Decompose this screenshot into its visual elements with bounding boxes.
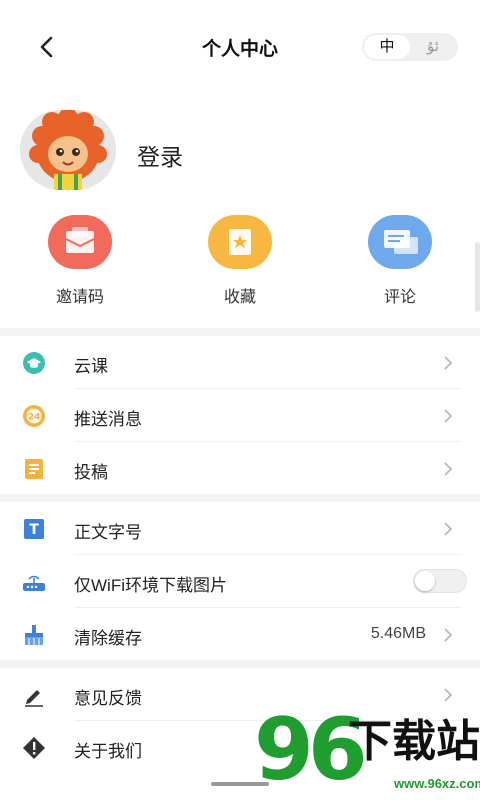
graduation-cap-icon bbox=[23, 352, 45, 374]
comments-bubble-icon bbox=[368, 215, 432, 269]
site-watermark-logo: 96 下载站 www.96xz.com bbox=[248, 702, 480, 800]
menu-item-label: 意见反馈 bbox=[74, 689, 142, 708]
text-size-icon: T bbox=[24, 519, 44, 539]
language-switch[interactable]: 中 ئۇ bbox=[362, 33, 458, 61]
scroll-indicator bbox=[475, 242, 480, 312]
watermark-url: www.96xz.com bbox=[394, 776, 480, 791]
watermark-number: 96 bbox=[254, 700, 368, 800]
chevron-right-icon bbox=[444, 688, 453, 702]
invite-code-label: 邀请码 bbox=[55, 289, 104, 306]
personal-center-screen: 个人中心 中 ئۇ 登录 邀请码 收藏 评论 云课 24 推送消息 投稿 T 正… bbox=[0, 0, 480, 800]
section-divider bbox=[0, 328, 480, 336]
push-badge-icon: 24 bbox=[23, 405, 45, 427]
cache-size-value: 5.46MB bbox=[370, 625, 426, 642]
menu-item-wifi-only-images: 仅WiFi环境下载图片 bbox=[0, 555, 480, 608]
menu-item-push-messages[interactable]: 24 推送消息 bbox=[0, 389, 480, 442]
info-diamond-icon bbox=[23, 737, 45, 759]
chevron-right-icon bbox=[444, 628, 453, 642]
login-link[interactable]: 登录 bbox=[137, 138, 183, 172]
menu-item-label: 关于我们 bbox=[74, 742, 142, 761]
section-divider bbox=[0, 494, 480, 502]
document-icon bbox=[25, 459, 43, 479]
favorites-button[interactable]: 收藏 bbox=[180, 215, 300, 307]
lang-uyghur-option[interactable]: ئۇ bbox=[410, 35, 456, 59]
section-divider bbox=[0, 660, 480, 668]
header-bar: 个人中心 中 ئۇ bbox=[0, 0, 480, 92]
broom-icon bbox=[25, 625, 43, 645]
comments-label: 评论 bbox=[383, 289, 416, 306]
menu-item-label: 云课 bbox=[74, 357, 108, 376]
favorites-label: 收藏 bbox=[223, 289, 256, 306]
menu-item-label: 清除缓存 bbox=[74, 629, 142, 648]
favorites-bookmark-icon bbox=[208, 215, 272, 269]
chevron-right-icon bbox=[444, 356, 453, 370]
invite-code-button[interactable]: 邀请码 bbox=[20, 215, 140, 307]
menu-item-label: 推送消息 bbox=[74, 410, 142, 429]
menu-item-font-size[interactable]: T 正文字号 bbox=[0, 502, 480, 555]
invite-envelope-icon bbox=[48, 215, 112, 269]
avatar[interactable] bbox=[20, 110, 116, 190]
watermark-text: 下载站 bbox=[348, 717, 480, 766]
lion-mascot-icon bbox=[20, 110, 116, 190]
chevron-right-icon bbox=[444, 522, 453, 536]
toggle-knob bbox=[415, 571, 435, 591]
menu-item-label: 正文字号 bbox=[74, 523, 142, 542]
chevron-right-icon bbox=[444, 462, 453, 476]
pen-icon bbox=[25, 690, 43, 707]
router-icon bbox=[23, 575, 45, 591]
comments-button[interactable]: 评论 bbox=[340, 215, 460, 307]
menu-item-cloud-course[interactable]: 云课 bbox=[0, 336, 480, 389]
text-size-glyph: T bbox=[29, 522, 39, 538]
wifi-only-toggle[interactable] bbox=[413, 569, 467, 593]
menu-item-clear-cache[interactable]: 清除缓存 5.46MB bbox=[0, 608, 480, 661]
menu-item-contribute[interactable]: 投稿 bbox=[0, 442, 480, 495]
menu-item-label: 仅WiFi环境下载图片 bbox=[74, 576, 227, 595]
chevron-right-icon bbox=[444, 409, 453, 423]
push-badge-number: 24 bbox=[28, 413, 41, 423]
lang-chinese-option[interactable]: 中 bbox=[364, 35, 410, 59]
menu-item-label: 投稿 bbox=[74, 463, 108, 482]
